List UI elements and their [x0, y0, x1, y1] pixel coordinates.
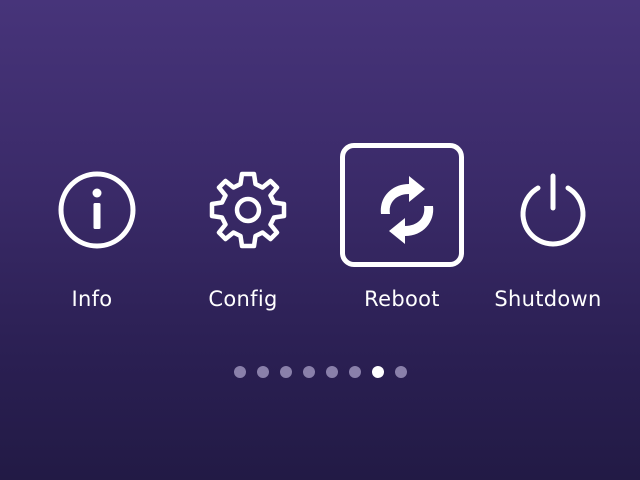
power-icon	[520, 173, 586, 247]
page-dot[interactable]	[372, 366, 384, 378]
page-dot[interactable]	[280, 366, 292, 378]
page-indicator	[0, 366, 640, 378]
page-dot[interactable]	[303, 366, 315, 378]
menu-item-reboot[interactable]: Reboot	[340, 143, 464, 323]
page-dot[interactable]	[395, 366, 407, 378]
menu-item-label: Info	[71, 287, 113, 311]
menu-item-shutdown[interactable]: Shutdown	[486, 143, 610, 323]
launcher-screen: Info Config Reboot Shutdown	[0, 0, 640, 480]
menu-item-config[interactable]: Config	[181, 143, 305, 323]
page-dot[interactable]	[234, 366, 246, 378]
page-dot[interactable]	[349, 366, 361, 378]
selection-frame	[340, 143, 464, 267]
menu-item-label: Config	[208, 287, 278, 311]
icon-frame	[30, 143, 154, 267]
menu-item-label: Shutdown	[494, 287, 602, 311]
menu-item-label: Reboot	[364, 287, 440, 311]
reboot-icon	[380, 176, 434, 244]
page-dot[interactable]	[326, 366, 338, 378]
page-dot[interactable]	[257, 366, 269, 378]
menu-item-info[interactable]: Info	[30, 143, 154, 323]
info-icon	[58, 171, 136, 249]
icon-frame	[486, 143, 610, 267]
icon-frame	[181, 143, 305, 267]
gear-icon	[209, 171, 287, 249]
